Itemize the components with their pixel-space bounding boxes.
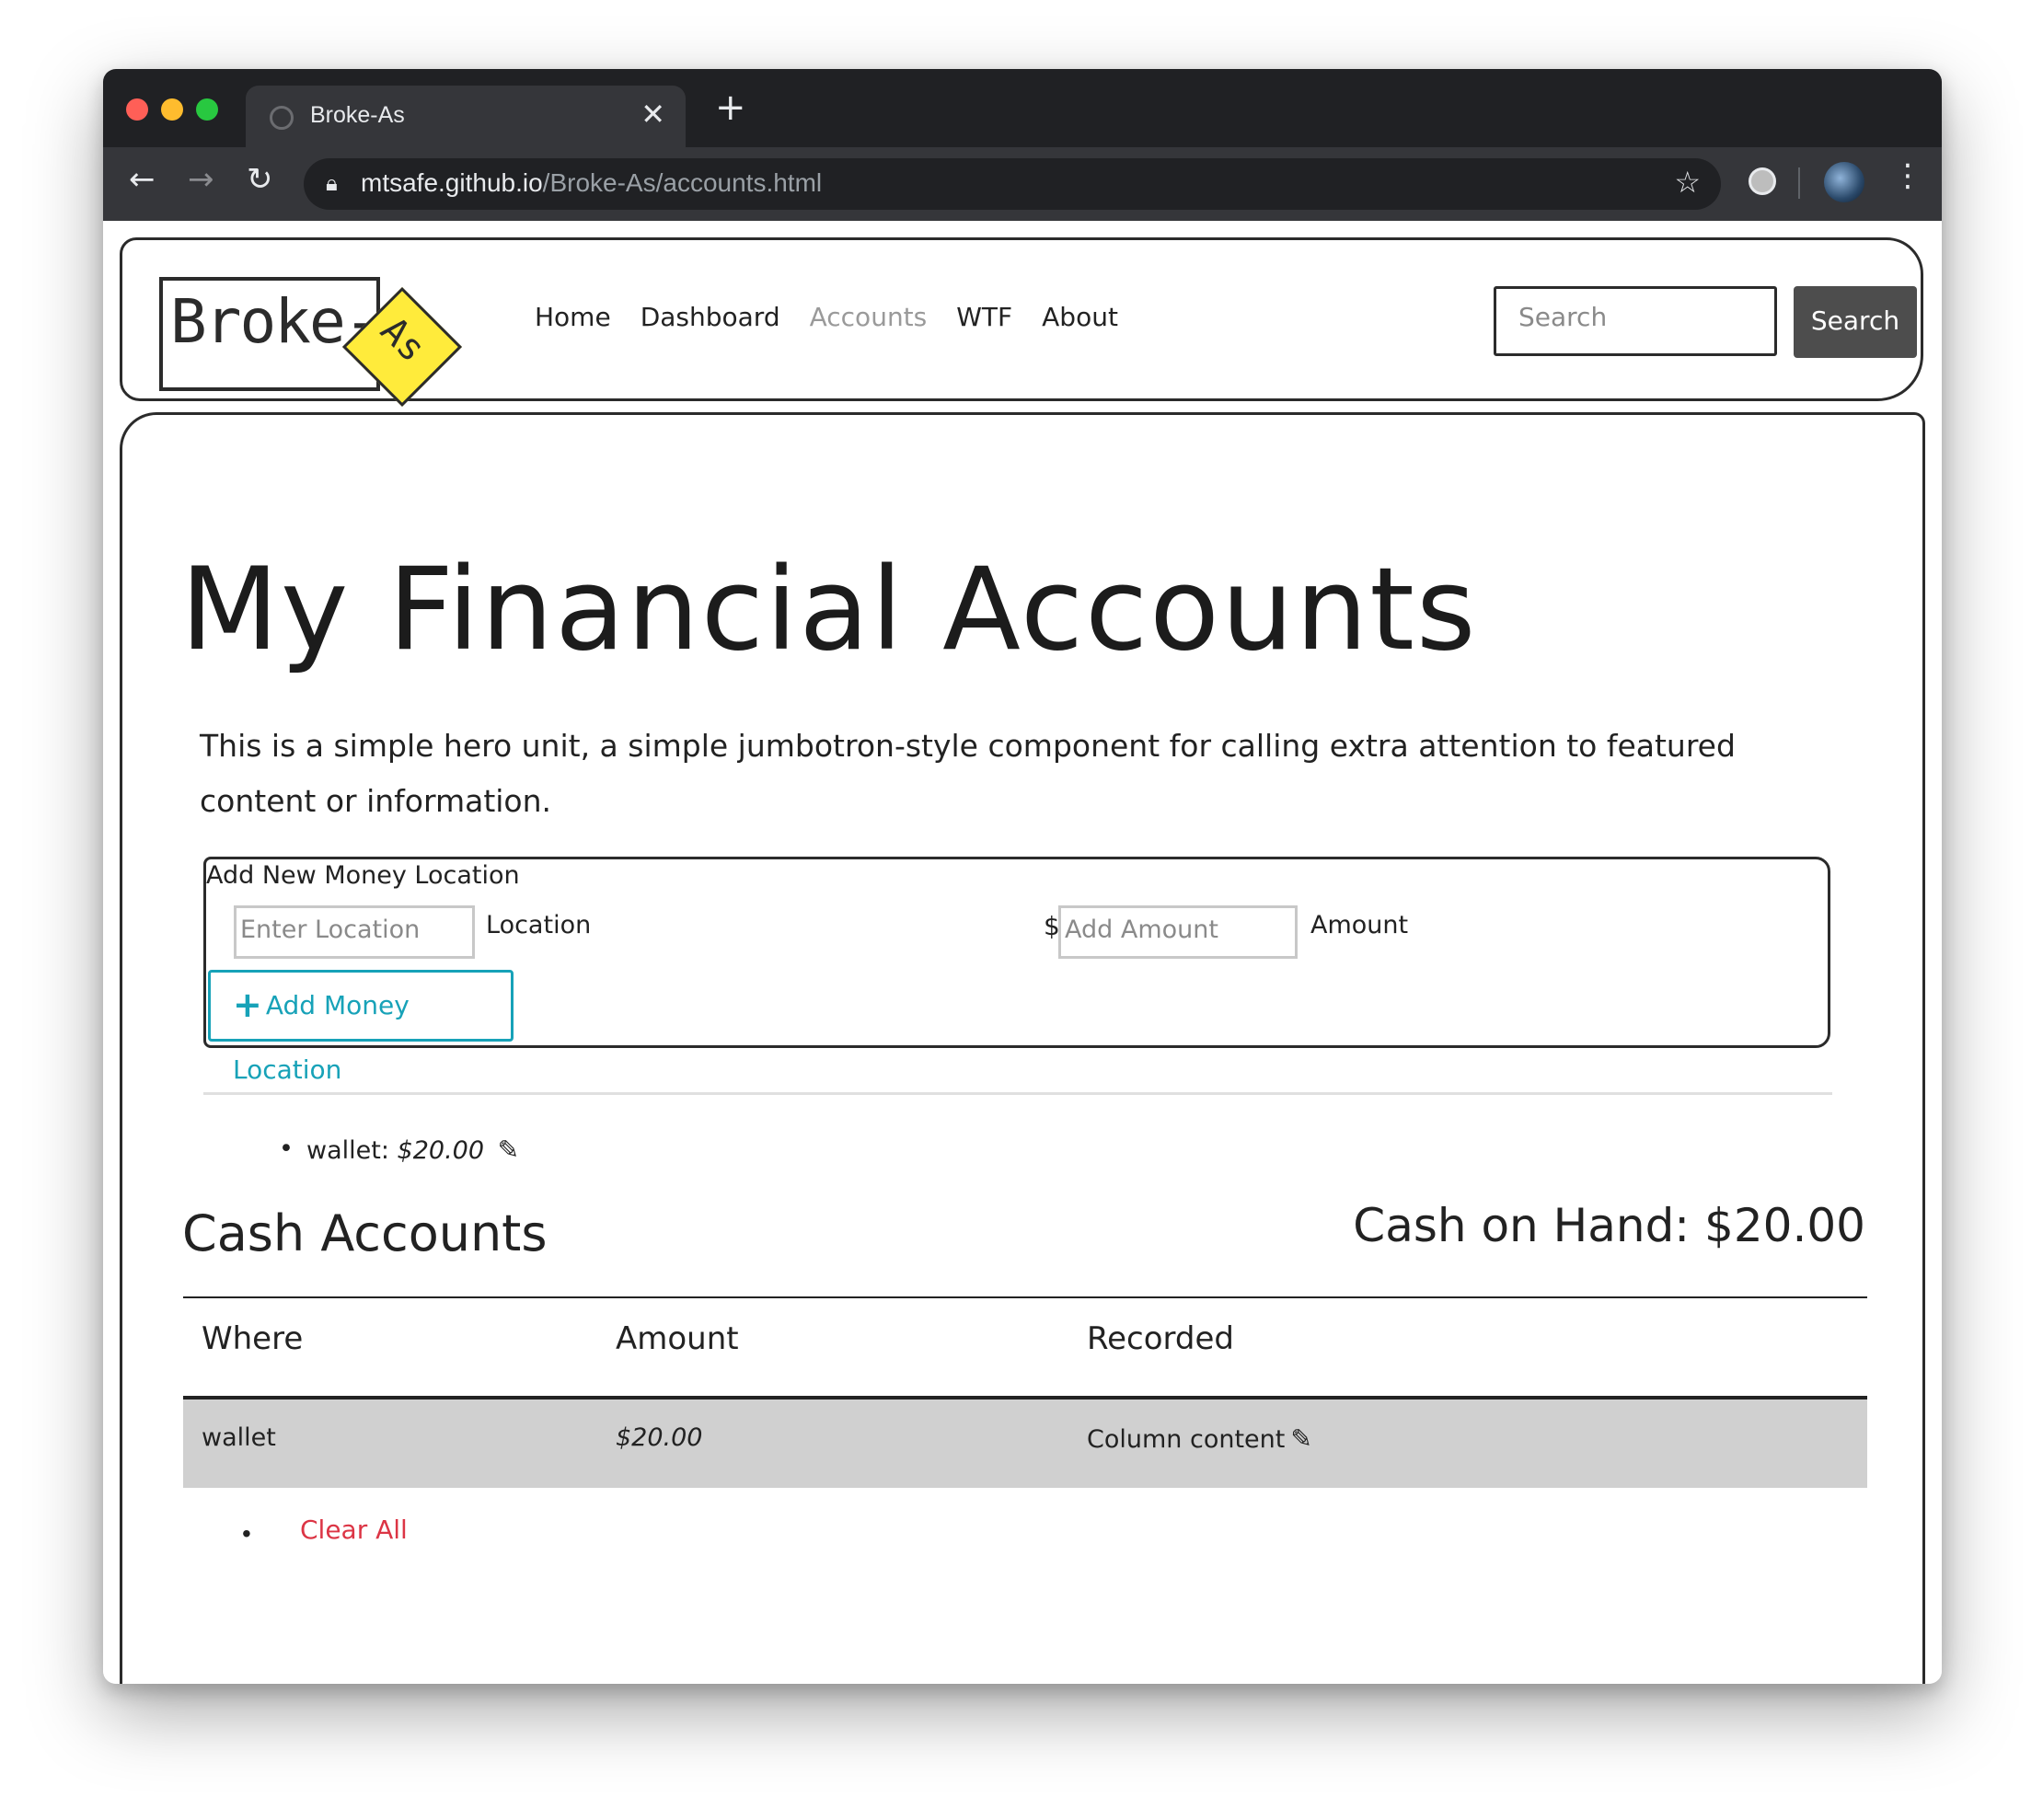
column-header-amount: Amount [616,1320,739,1357]
browser-titlebar: Broke-As ✕ + [103,69,1942,147]
hero-text: This is a simple hero unit, a simple jum… [200,728,1736,819]
location-input[interactable]: Enter Location [234,905,475,959]
divider [203,1092,1832,1095]
new-tab-button[interactable]: + [715,89,746,126]
forward-arrow-icon[interactable]: → [188,164,214,195]
site-navbar: Broke- As Home Dashboard Accounts WTF Ab… [120,237,1923,408]
nav-wtf[interactable]: WTF [956,302,1012,332]
pencil-icon[interactable]: ✎ [498,1135,519,1165]
menu-kebab-icon[interactable]: ⋮ [1892,160,1923,191]
cell-amount: $20.00 [616,1423,703,1452]
nav-accounts[interactable]: Accounts [810,302,928,332]
add-money-location-form: Add New Money Location Enter Location Lo… [203,857,1830,1085]
nav-dashboard[interactable]: Dashboard [641,302,780,332]
plus-icon: + [233,985,262,1025]
cash-accounts-heading: Cash Accounts [182,1204,548,1262]
address-bar[interactable]: 🔒︎ mtsafe.github.io/Broke-As/accounts.ht… [304,158,1721,210]
toolbar-divider [1798,167,1800,199]
profile-avatar[interactable] [1824,162,1864,202]
amount-label: Amount [1310,911,1409,939]
search-input[interactable]: Search [1494,286,1777,356]
browser-window: Broke-As ✕ + ← → ↻ 🔒︎ mtsafe.github.io/B… [103,69,1942,1684]
url-host: mtsafe.github.io [361,168,543,197]
web-page: Broke- As Home Dashboard Accounts WTF Ab… [103,221,1942,1684]
url-text: mtsafe.github.io/Broke-As/accounts.html [361,168,822,198]
amount-input[interactable]: Add Amount [1058,905,1298,959]
list-bullet: • [279,1135,294,1163]
table-top-border [183,1296,1867,1298]
search-button[interactable]: Search [1794,286,1917,358]
main-content: My Financial Accounts This is a simple h… [120,412,1925,1684]
browser-toolbar: ← → ↻ 🔒︎ mtsafe.github.io/Broke-As/accou… [103,147,1942,221]
nav-about[interactable]: About [1042,302,1118,332]
column-header-where: Where [202,1320,304,1357]
extension-icon[interactable] [1749,167,1776,195]
list-item: • wallet: $20.00 ✎ [279,1135,519,1165]
table-row: wallet $20.00 Column content ✎ [183,1400,1867,1488]
bookmark-star-icon[interactable]: ☆ [1674,165,1701,200]
tab-title: Broke-As [310,102,405,128]
cell-recorded: Column content ✎ [1087,1423,1312,1454]
location-label: Location [486,911,592,939]
close-window-button[interactable] [126,98,148,121]
list-bullet: • [242,1519,251,1548]
cell-where: wallet [202,1423,276,1452]
maximize-window-button[interactable] [196,98,218,121]
location-name: wallet: [306,1136,389,1165]
column-header-recorded: Recorded [1087,1320,1234,1357]
logo-badge-text: As [372,308,434,371]
minimize-window-button[interactable] [161,98,183,121]
nav-links: Home Dashboard Accounts WTF About [535,302,1118,332]
clear-all-link[interactable]: Clear All [300,1515,408,1545]
globe-icon [270,106,294,130]
browser-tab[interactable]: Broke-As ✕ [246,86,686,147]
location-amount: $20.00 [397,1136,485,1165]
cash-on-hand: Cash on Hand: $20.00 [1353,1199,1865,1252]
nav-home[interactable]: Home [535,302,611,332]
lock-icon: 🔒︎ [326,170,338,196]
cell-recorded-text: Column content [1087,1425,1286,1454]
pencil-icon[interactable]: ✎ [1290,1423,1311,1454]
url-path: /Broke-As/accounts.html [542,168,823,197]
back-arrow-icon[interactable]: ← [129,164,156,195]
site-logo[interactable]: Broke- [159,277,380,391]
form-title: Add New Money Location [206,861,520,890]
close-tab-icon[interactable]: ✕ [641,97,665,132]
reload-icon[interactable]: ↻ [247,164,273,195]
add-money-location-button[interactable]: + Add Money Location [208,970,514,1085]
page-title: My Financial Accounts [180,544,1478,676]
